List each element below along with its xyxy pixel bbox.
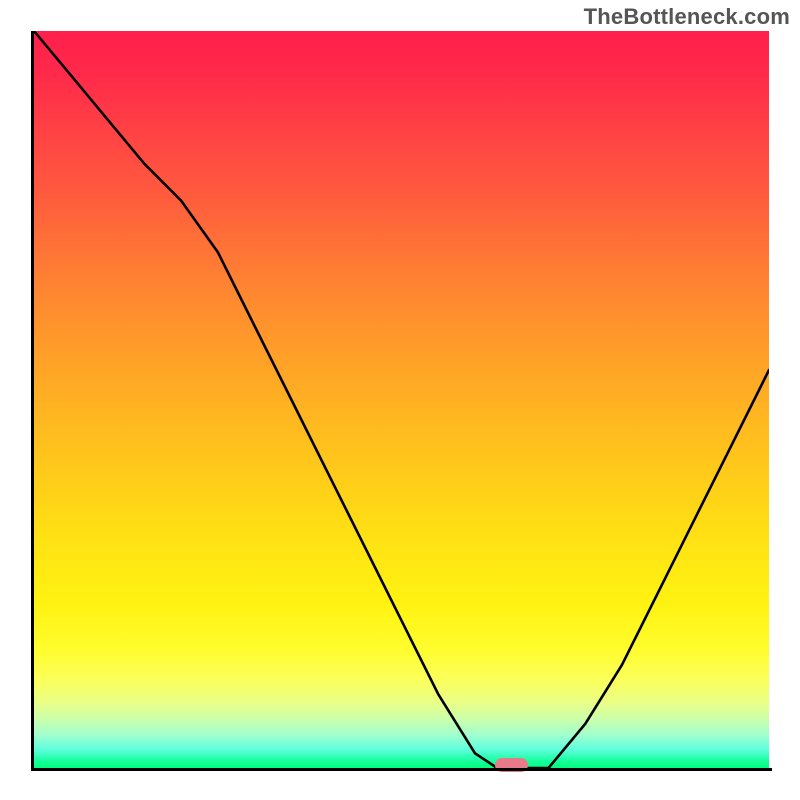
y-axis (31, 31, 34, 771)
x-axis (31, 768, 772, 771)
background-gradient (34, 31, 769, 768)
watermark-text: TheBottleneck.com (584, 4, 790, 30)
chart-container: TheBottleneck.com (0, 0, 800, 800)
